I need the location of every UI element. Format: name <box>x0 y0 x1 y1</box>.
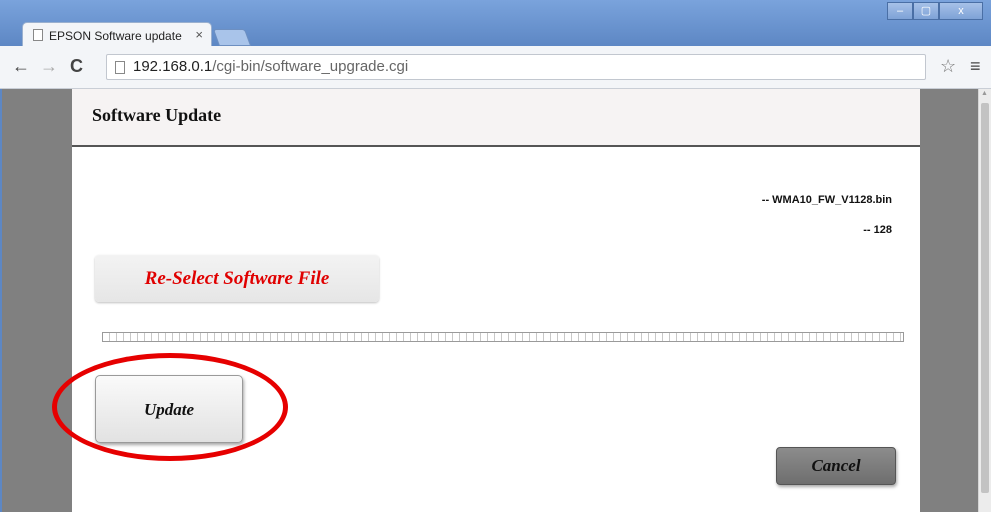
reload-icon[interactable]: C <box>70 56 83 76</box>
update-progress-bar <box>102 332 904 342</box>
tab-title: EPSON Software update <box>49 29 182 43</box>
maximize-button[interactable]: ▢ <box>913 2 939 20</box>
scrollbar-thumb[interactable] <box>981 103 989 493</box>
close-tab-icon[interactable]: × <box>195 27 203 42</box>
close-window-button[interactable]: x <box>939 2 983 20</box>
vertical-scrollbar[interactable]: ▲ <box>978 89 991 512</box>
back-arrow-icon[interactable]: ← <box>12 56 30 76</box>
update-button[interactable]: Update <box>95 375 243 443</box>
scroll-up-arrow-icon[interactable]: ▲ <box>981 90 988 97</box>
address-bar[interactable]: 192.168.0.1/cgi-bin/software_upgrade.cgi <box>106 54 926 80</box>
forward-arrow-icon[interactable]: → <box>40 56 58 76</box>
reselect-file-button[interactable]: Re-Select Software File <box>95 255 379 302</box>
menu-icon[interactable]: ≡ <box>970 56 981 77</box>
new-tab-button[interactable] <box>212 29 252 46</box>
panel-header: Software Update <box>72 89 920 147</box>
bookmark-star-icon[interactable]: ☆ <box>940 56 956 77</box>
browser-tab[interactable]: EPSON Software update × <box>22 22 212 48</box>
url-text: 192.168.0.1/cgi-bin/software_upgrade.cgi <box>133 58 408 75</box>
page-title: Software Update <box>92 105 222 125</box>
software-update-panel: Software Update -- WMA10_FW_V1128.bin --… <box>72 89 920 512</box>
window-controls: – ▢ x <box>887 2 983 20</box>
window-titlebar: EPSON Software update × – ▢ x <box>0 0 991 48</box>
cancel-button[interactable]: Cancel <box>776 447 896 485</box>
page-icon <box>115 61 125 74</box>
page-icon <box>33 29 43 41</box>
minimize-button[interactable]: – <box>887 2 913 20</box>
url-host: 192.168.0.1 <box>133 58 213 75</box>
url-path: /cgi-bin/software_upgrade.cgi <box>212 58 409 75</box>
file-version: -- 128 <box>863 224 892 236</box>
selected-file-name: -- WMA10_FW_V1128.bin <box>761 194 892 206</box>
window-left-border <box>0 89 2 512</box>
browser-toolbar: ← → C 192.168.0.1/cgi-bin/software_upgra… <box>0 46 991 89</box>
